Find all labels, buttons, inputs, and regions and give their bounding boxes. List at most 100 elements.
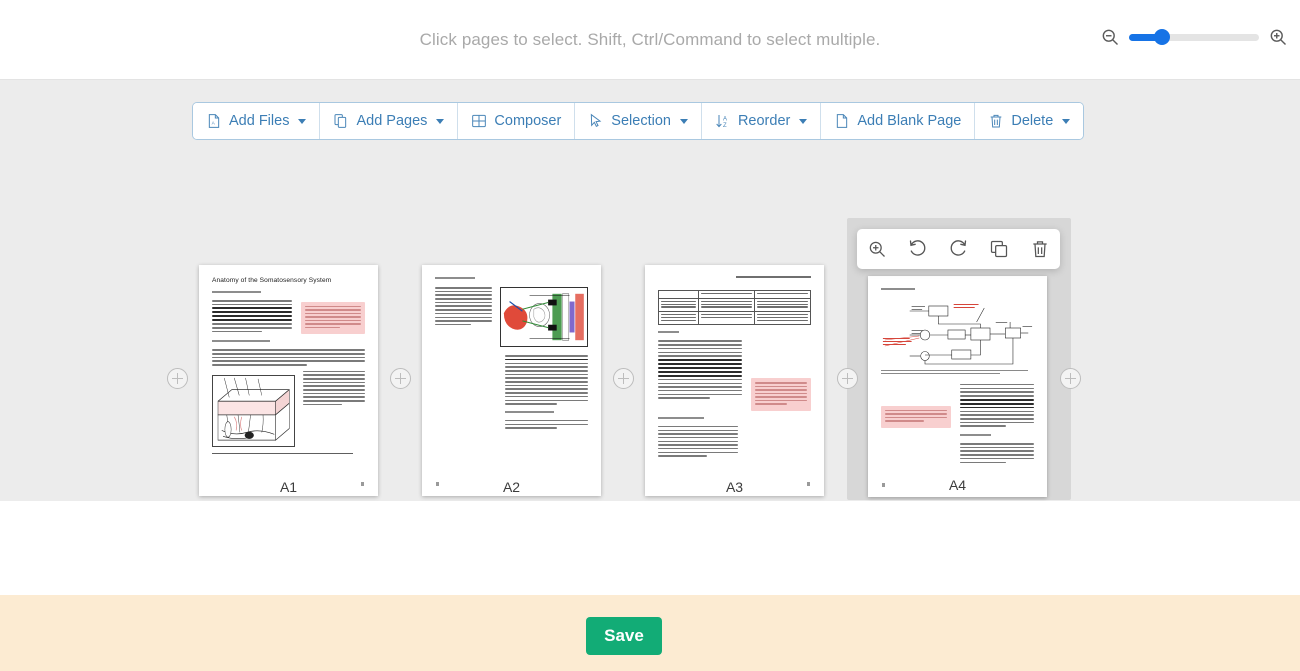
- doc-text-line: [303, 374, 365, 376]
- page-tool-rotate-left-button[interactable]: [904, 235, 932, 263]
- doc-text-line: [960, 418, 1034, 420]
- page-tool-rotate-right-button[interactable]: [944, 235, 972, 263]
- zoom-in-icon[interactable]: [1268, 27, 1288, 47]
- doc-text-line: [305, 306, 361, 308]
- toolbar-button-add-blank-page[interactable]: Add Blank Page: [821, 103, 976, 139]
- doc-text-line: [505, 366, 588, 368]
- page-tool-delete-button[interactable]: [1026, 235, 1054, 263]
- chevron-down-icon: [1062, 118, 1071, 124]
- insert-page-button-4[interactable]: [1060, 368, 1081, 389]
- doc-text-line: [305, 312, 361, 315]
- insert-page-button-2[interactable]: [613, 368, 634, 389]
- doc-text-line: [658, 440, 738, 443]
- doc-text-line: [756, 303, 808, 305]
- page-tool-duplicate-button[interactable]: [985, 235, 1013, 263]
- doc-text-line: [960, 414, 1034, 416]
- doc-heading: [658, 416, 704, 419]
- zoom-slider-thumb[interactable]: [1153, 29, 1170, 45]
- cursor-arrow-icon: [588, 113, 604, 129]
- block-diagram-figure: [881, 296, 1034, 370]
- doc-text-line: [755, 392, 807, 395]
- toolbar-button-add-pages[interactable]: Add Pages: [320, 103, 459, 139]
- doc-text-line: [658, 344, 743, 346]
- doc-table-caption: [658, 331, 680, 334]
- page-label-a3: A3: [725, 479, 744, 495]
- doc-text-line: [658, 447, 738, 450]
- doc-text-line: [303, 403, 342, 406]
- page-label-a2: A2: [502, 479, 521, 495]
- blank-band: [0, 501, 1300, 595]
- doc-text-line: [305, 326, 340, 329]
- doc-text-line: [435, 298, 493, 300]
- doc-text-line: [212, 330, 262, 333]
- doc-text-line: [435, 294, 493, 296]
- doc-running-head: [435, 277, 475, 279]
- doc-text-line: [661, 300, 696, 302]
- doc-text-line: [960, 410, 1034, 413]
- doc-text-line: [212, 360, 365, 362]
- zoom-in-icon: [867, 239, 887, 259]
- doc-text-line: [755, 389, 807, 391]
- doc-text-line: [658, 393, 743, 396]
- doc-running-head: [735, 276, 811, 278]
- zoom-control[interactable]: [1100, 27, 1288, 47]
- toolbar-button-label: Composer: [494, 113, 562, 129]
- doc-text-line: [885, 416, 948, 419]
- page-thumbnail-a4[interactable]: [868, 276, 1047, 497]
- doc-text-line: [658, 429, 738, 432]
- doc-text-line: [960, 402, 1034, 405]
- doc-text-line: [505, 381, 588, 383]
- page-thumbnail-a3[interactable]: [645, 265, 824, 496]
- page-thumbnail-a1[interactable]: Anatomy of the Somatosensory System: [199, 265, 378, 496]
- doc-text-line: [303, 389, 365, 391]
- toolbar-button-label: Selection: [611, 113, 671, 129]
- page-tool-zoom-preview-button[interactable]: [863, 235, 891, 263]
- doc-text-line: [303, 396, 365, 398]
- doc-title: Anatomy of the Somatosensory System: [212, 277, 332, 284]
- doc-text-line: [960, 446, 1034, 449]
- doc-text-line: [303, 378, 365, 380]
- zoom-slider[interactable]: [1129, 29, 1259, 45]
- page-workspace: A Add Files Add Pages Composer Selection A Z Re…: [0, 80, 1300, 501]
- doc-text-line: [505, 423, 588, 426]
- toolbar-button-selection[interactable]: Selection: [575, 103, 702, 139]
- doc-text-line: [960, 450, 1034, 452]
- page-content: [645, 265, 824, 496]
- doc-text-line: [960, 457, 1034, 460]
- doc-text-line: [505, 388, 588, 390]
- doc-text-line: [305, 309, 361, 311]
- insert-page-button-3[interactable]: [837, 368, 858, 389]
- copy-pages-icon: [333, 113, 349, 129]
- spinal-cord-figure: [500, 287, 588, 347]
- doc-text-line: [755, 396, 807, 398]
- toolbar-button-label: Add Files: [229, 113, 290, 129]
- page-content: Anatomy of the Somatosensory System: [199, 265, 378, 496]
- doc-text-line: [658, 455, 708, 457]
- duplicate-icon: [989, 239, 1009, 259]
- page-content: [868, 276, 1047, 497]
- zoom-out-icon[interactable]: [1100, 27, 1120, 47]
- insert-page-button-0[interactable]: [167, 368, 188, 389]
- sort-az-icon: AZ: [715, 113, 731, 129]
- doc-text-line: [658, 340, 743, 342]
- doc-text-line: [658, 397, 711, 399]
- insert-page-button-1[interactable]: [390, 368, 411, 389]
- toolbar-button-delete[interactable]: Delete: [975, 103, 1084, 139]
- doc-text-line: [658, 451, 738, 454]
- doc-text-line: [755, 385, 807, 388]
- toolbar-button-label: Add Pages: [356, 113, 428, 129]
- doc-text-line: [303, 392, 365, 395]
- toolbar-button-reorder[interactable]: A Z Reorder: [701, 103, 822, 139]
- toolbar-button-add-files[interactable]: A Add Files: [193, 103, 321, 139]
- doc-text-line: [755, 403, 788, 405]
- page-thumbnail-a2[interactable]: [422, 265, 601, 496]
- page-label-a4: A4: [948, 477, 967, 493]
- toolbar-button-composer[interactable]: Composer: [458, 103, 576, 139]
- grid-composer-icon: [471, 113, 487, 129]
- save-button[interactable]: Save: [586, 617, 662, 655]
- doc-text-line: [505, 370, 588, 372]
- svg-text:Z: Z: [723, 123, 727, 129]
- doc-text-line: [505, 384, 588, 387]
- chevron-down-icon: [679, 118, 688, 124]
- doc-text-line: [305, 323, 361, 325]
